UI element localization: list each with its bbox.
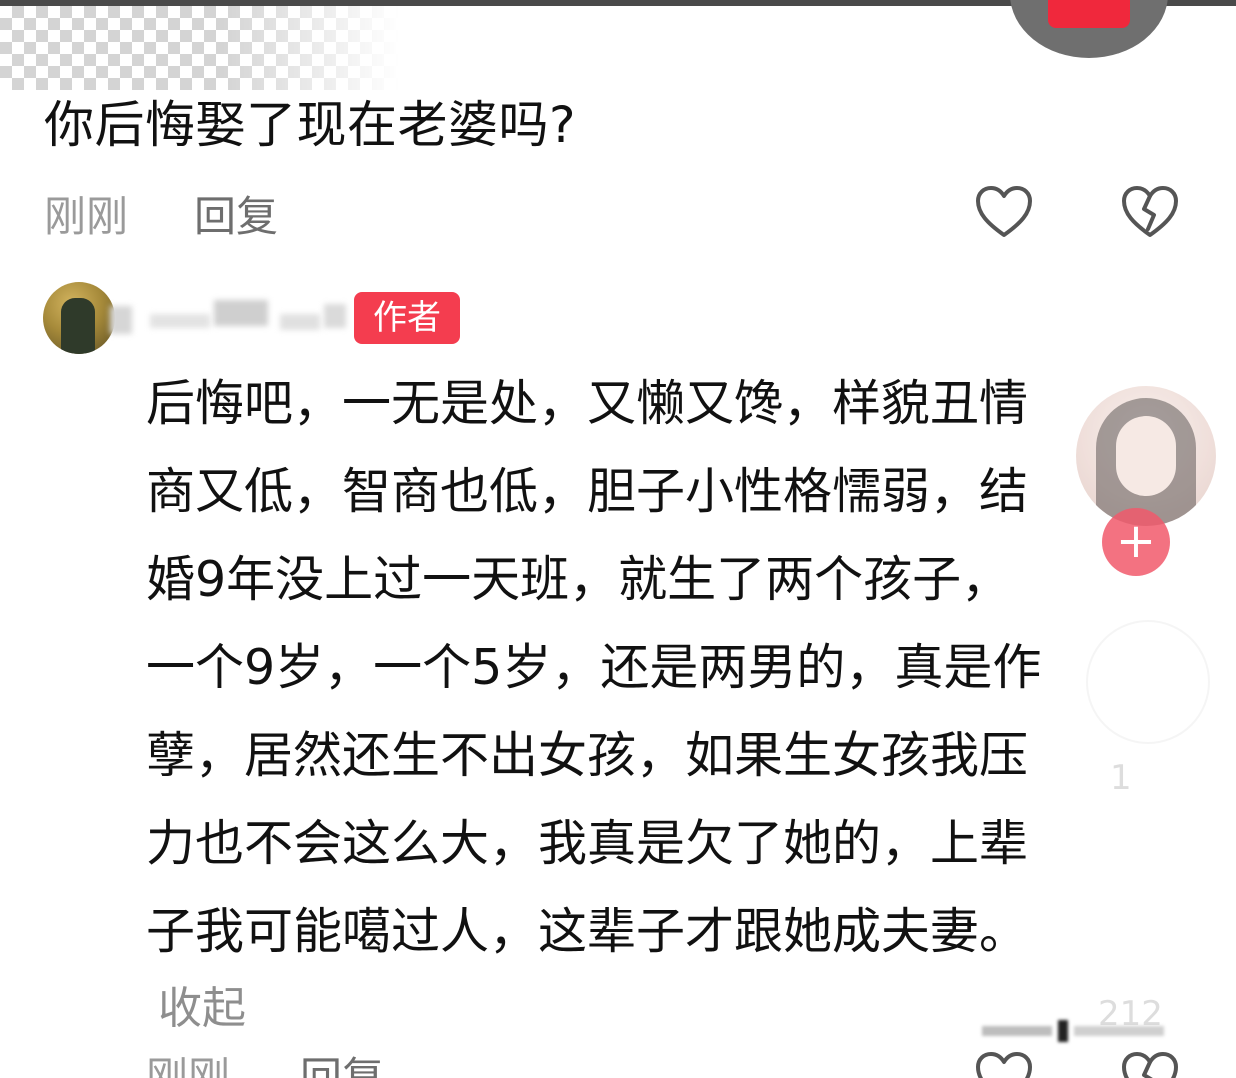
overlay-progress-bar [982,1018,1172,1044]
reply-line: 一个9岁，一个5岁，还是两男的，真是作 [146,639,1042,696]
heart-outline-icon [976,186,1032,237]
reply-line: 后悔吧，一无是处，又懒又馋，样貌丑情 [146,375,1029,432]
question-comment-text: 你后悔娶了现在老婆吗? [44,96,577,154]
record-icon [1048,0,1130,28]
reply-dislike-button[interactable] [1120,1048,1180,1078]
reply-reply-button[interactable]: 回复 [300,1050,384,1078]
author-username-blurred[interactable] [110,296,348,342]
creator-avatar-overlay[interactable] [1076,386,1216,526]
question-reply-button[interactable]: 回复 [194,183,278,244]
floating-record-button[interactable] [1010,0,1168,58]
reply-line: 孽，居然还生不出女孩，如果生女孩我压 [146,727,1029,784]
question-dislike-button[interactable] [1120,182,1180,242]
broken-heart-icon [1122,1052,1178,1078]
heart-outline-icon [976,1052,1032,1078]
collapse-button[interactable]: 收起 [158,980,246,1038]
author-badge: 作者 [354,292,460,344]
author-reply-text: 后悔吧，一无是处，又懒又馋，样貌丑情 商又低，智商也低，胆子小性格懦弱，结 婚9… [146,360,1186,976]
mosaic-censor-area [0,6,400,90]
reply-line: 力也不会这么大，我真是欠了她的，上辈 [146,815,1029,872]
reply-line: 商又低，智商也低，胆子小性格懦弱，结 [146,463,1029,520]
question-timestamp: 刚刚 [44,191,129,241]
avatar-figure [61,298,95,354]
broken-heart-icon [1122,186,1178,237]
reply-line: 婚9年没上过一天班，就生了两个孩子， [146,551,1011,608]
comment-screen: 你后悔娶了现在老婆吗? 刚刚 回复 作者 后悔吧，一无是处，又懒又馋，样貌丑情 … [0,0,1236,1078]
author-avatar[interactable] [43,282,115,354]
reply-line: 子我可能噶过人，这辈子才跟她成夫妻。 [146,903,1029,960]
follow-plus-button[interactable]: + [1102,508,1170,576]
reply-timestamp: 刚刚 [146,1053,231,1078]
question-like-button[interactable] [974,182,1034,242]
reply-like-button[interactable] [974,1048,1034,1078]
question-meta-row: 刚刚 回复 [44,185,278,241]
like-icon-overlay[interactable] [1086,620,1210,744]
overlay-count: 1 [1110,758,1132,798]
reply-meta-row: 刚刚 回复 [146,1050,384,1078]
